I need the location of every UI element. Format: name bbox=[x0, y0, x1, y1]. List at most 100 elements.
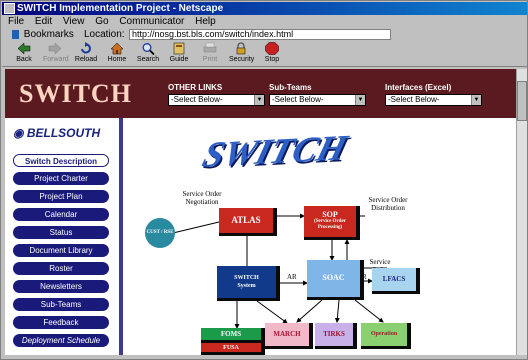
node-switch-system[interactable]: SWITCH System bbox=[217, 266, 280, 301]
menu-communicator[interactable]: Communicator bbox=[119, 16, 184, 27]
nav-switch-description[interactable]: Switch Description bbox=[13, 154, 109, 167]
other-links-value: -Select Below- bbox=[171, 95, 223, 104]
node-sop[interactable]: SOP (Service Order Processing) bbox=[304, 206, 360, 240]
guide-label: Guide bbox=[169, 56, 189, 63]
security-button[interactable]: Security bbox=[229, 41, 255, 67]
forward-button[interactable]: Forward bbox=[43, 41, 69, 67]
label-ar-switch: AR bbox=[287, 273, 297, 281]
title-bar: SWITCH Implementation Project - Netscape bbox=[2, 2, 527, 15]
reload-button[interactable]: Reload bbox=[74, 41, 98, 67]
reload-icon bbox=[81, 42, 91, 54]
node-lfacs[interactable]: LFACS bbox=[372, 268, 420, 294]
nav-newsletters[interactable]: Newsletters bbox=[13, 280, 109, 293]
nav-calendar[interactable]: Calendar bbox=[13, 208, 109, 221]
nav-sub-teams[interactable]: Sub-Teams bbox=[13, 298, 109, 311]
header-banner: SWITCH OTHER LINKS -Select Below- ▼ Sub-T… bbox=[5, 69, 516, 118]
node-switch-label: SWITCH bbox=[234, 275, 259, 281]
netscape-app-icon bbox=[4, 3, 15, 14]
guide-icon bbox=[173, 42, 185, 55]
location-row: Bookmarks Location: http://nosg.bst.bls.… bbox=[2, 28, 527, 41]
menu-edit[interactable]: Edit bbox=[35, 16, 52, 27]
bellsouth-bell-icon: ◉ bbox=[13, 126, 24, 140]
scrollbar-thumb[interactable] bbox=[517, 81, 527, 121]
node-atlas[interactable]: ATLAS bbox=[219, 208, 277, 236]
print-button[interactable]: Print bbox=[198, 41, 222, 67]
search-button[interactable]: Search bbox=[136, 41, 160, 67]
stop-button[interactable]: Stop bbox=[260, 41, 284, 67]
interfaces-select[interactable]: -Select Below- ▼ bbox=[385, 94, 482, 106]
node-tirks-label: TIRKS bbox=[323, 330, 345, 338]
nav-project-plan[interactable]: Project Plan bbox=[13, 190, 109, 203]
connector-soac-march bbox=[296, 299, 323, 323]
node-march[interactable]: MARCH bbox=[265, 323, 313, 349]
search-label: Search bbox=[136, 56, 160, 63]
bookmarks-button[interactable]: Bookmarks bbox=[12, 28, 74, 41]
chevron-down-icon: ▼ bbox=[355, 95, 365, 105]
interfaces-value: -Select Below- bbox=[388, 95, 440, 104]
forward-label: Forward bbox=[43, 56, 69, 63]
browser-window: SWITCH Implementation Project - Netscape… bbox=[0, 0, 528, 360]
sub-teams-value: -Select Below- bbox=[272, 95, 324, 104]
menu-bar: File Edit View Go Communicator Help bbox=[2, 15, 527, 28]
connector-soac-tirks bbox=[334, 299, 340, 323]
navigation-toolbar: Back Forward Reload Home Search Guide Pr… bbox=[2, 41, 527, 67]
bellsouth-brand-text: BELLSOUTH bbox=[26, 126, 101, 140]
chevron-down-icon: ▼ bbox=[471, 95, 481, 105]
lock-icon bbox=[236, 42, 246, 55]
node-fusa[interactable]: FUSA bbox=[201, 343, 265, 355]
home-button[interactable]: Home bbox=[105, 41, 129, 67]
stop-icon bbox=[265, 42, 279, 55]
back-label: Back bbox=[16, 56, 32, 63]
interfaces-label: Interfaces (Excel) bbox=[385, 83, 452, 92]
label-service-order-negotiation: Service Order Negotiation bbox=[182, 190, 222, 206]
print-icon bbox=[203, 42, 217, 53]
node-fusa-label: FUSA bbox=[223, 345, 239, 351]
node-lfacs-label: LFACS bbox=[382, 275, 406, 283]
bookmarks-label: Bookmarks bbox=[23, 29, 74, 40]
switch-banner-logo: SWITCH bbox=[19, 79, 132, 108]
menu-file[interactable]: File bbox=[8, 16, 24, 27]
location-label: Location: bbox=[84, 29, 125, 40]
sub-teams-dropdown[interactable]: Sub-Teams -Select Below- ▼ bbox=[269, 83, 366, 106]
nav-document-library[interactable]: Document Library bbox=[13, 244, 109, 257]
node-tirks[interactable]: TIRKS bbox=[315, 323, 357, 349]
nav-feedback[interactable]: Feedback bbox=[13, 316, 109, 329]
window-title: SWITCH Implementation Project - Netscape bbox=[17, 3, 224, 14]
nav-project-charter[interactable]: Project Charter bbox=[13, 172, 109, 185]
other-links-dropdown[interactable]: OTHER LINKS -Select Below- ▼ bbox=[168, 83, 265, 106]
print-label: Print bbox=[202, 56, 218, 63]
menu-help[interactable]: Help bbox=[195, 16, 216, 27]
page-content: SWITCH OTHER LINKS -Select Below- ▼ Sub-T… bbox=[5, 69, 516, 355]
interfaces-dropdown[interactable]: Interfaces (Excel) -Select Below- ▼ bbox=[385, 83, 482, 106]
nav-status[interactable]: Status bbox=[13, 226, 109, 239]
reload-label: Reload bbox=[74, 56, 98, 63]
node-march-label: MARCH bbox=[273, 330, 301, 338]
node-cust-rse[interactable]: CUST / RSE bbox=[145, 218, 175, 248]
guide-button[interactable]: Guide bbox=[167, 41, 191, 67]
home-icon bbox=[110, 42, 124, 55]
chevron-down-icon: ▼ bbox=[254, 95, 264, 105]
nav-deployment-schedule[interactable]: Deployment Schedule bbox=[13, 334, 109, 347]
node-foms-label: FOMS bbox=[220, 330, 242, 338]
forward-arrow-icon bbox=[48, 42, 62, 55]
other-links-select[interactable]: -Select Below- ▼ bbox=[168, 94, 265, 106]
back-button[interactable]: Back bbox=[12, 41, 36, 67]
node-operation[interactable]: Operation bbox=[361, 323, 411, 349]
node-atlas-label: ATLAS bbox=[231, 215, 261, 225]
nav-roster[interactable]: Roster bbox=[13, 262, 109, 275]
node-soac[interactable]: SOAC bbox=[307, 260, 364, 300]
node-foms[interactable]: FOMS bbox=[201, 328, 265, 343]
bellsouth-logo: ◉ BELLSOUTH bbox=[13, 126, 100, 140]
sub-teams-select[interactable]: -Select Below- ▼ bbox=[269, 94, 366, 106]
connector-cust-atlas bbox=[172, 221, 220, 234]
url-field[interactable]: http://nosg.bst.bls.com/switch/index.htm… bbox=[129, 29, 391, 40]
vertical-scrollbar[interactable] bbox=[516, 69, 527, 355]
left-sidebar: ◉ BELLSOUTH Switch Description Project C… bbox=[5, 118, 123, 355]
menu-go[interactable]: Go bbox=[95, 16, 108, 27]
sub-teams-label: Sub-Teams bbox=[269, 83, 312, 92]
menu-view[interactable]: View bbox=[63, 16, 85, 27]
node-operation-label: Operation bbox=[370, 331, 398, 337]
back-arrow-icon bbox=[17, 42, 31, 55]
bookmark-icon bbox=[12, 29, 19, 39]
security-label: Security bbox=[229, 56, 255, 63]
